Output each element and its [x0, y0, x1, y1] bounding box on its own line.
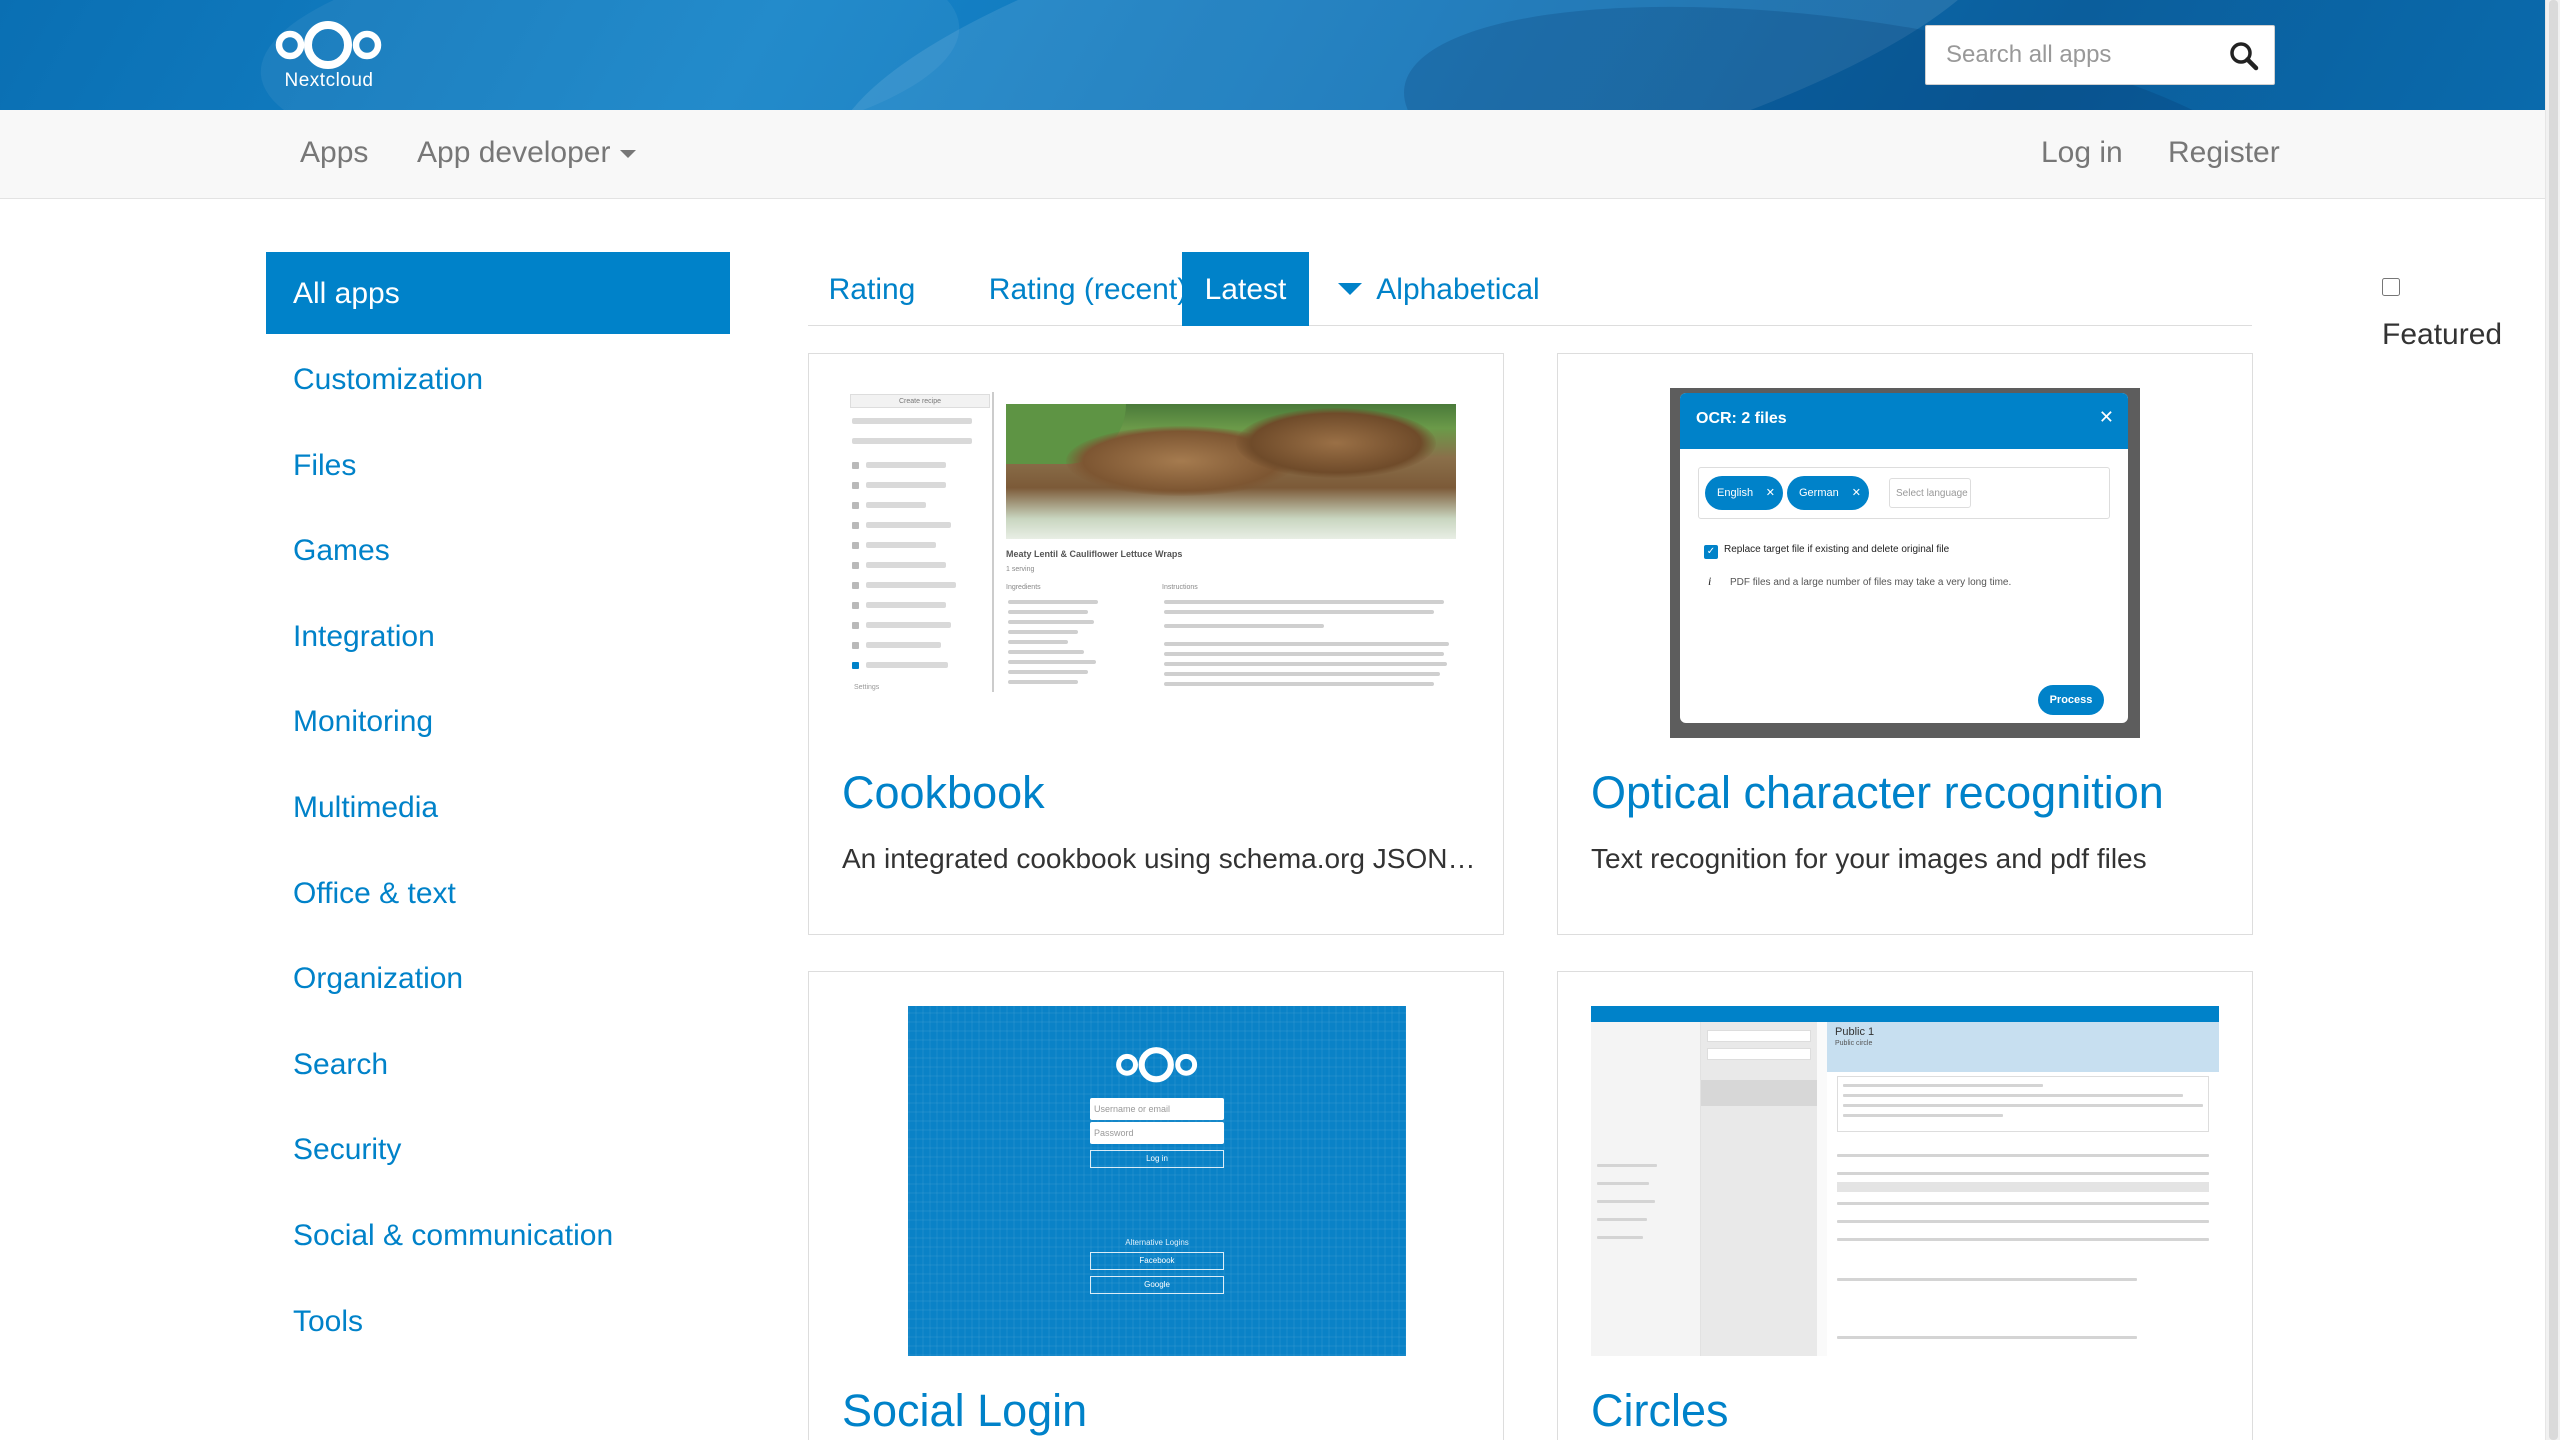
ingredients-heading: Ingredients	[1006, 584, 1041, 591]
circle-header: Public 1 Public circle	[1827, 1022, 2219, 1072]
instructions-heading: Instructions	[1162, 584, 1198, 591]
sidebar-item-search[interactable]: Search	[266, 1023, 730, 1109]
sidebar-item-office-text[interactable]: Office & text	[266, 852, 730, 938]
tab-rating[interactable]: Rating	[808, 252, 936, 326]
username-field: Username or email	[1090, 1098, 1224, 1120]
scrollbar-thumb[interactable]	[2549, 0, 2558, 1440]
search-box	[1925, 25, 2275, 85]
app-screenshot: OCR: 2 files ✕ English ✕ German ✕ Select l…	[1670, 388, 2140, 738]
recipe-list-panel: Create recipe Settings	[846, 392, 994, 692]
sidebar-item-security[interactable]: Security	[266, 1108, 730, 1194]
app-title[interactable]: Optical character recognition	[1591, 767, 2164, 819]
replace-option-label: Replace target file if existing and dele…	[1724, 544, 1950, 555]
circles-topbar	[1591, 1006, 2219, 1022]
create-recipe-bar: Create recipe	[850, 394, 990, 408]
nav-app-developer-label: App developer	[417, 136, 611, 169]
app-card-social-login[interactable]: Username or email Password Log in Altern…	[808, 971, 1504, 1440]
logo-wordmark: Nextcloud	[284, 70, 374, 91]
search-input[interactable]	[1926, 26, 2216, 84]
featured-label: Featured	[2382, 318, 2503, 351]
page-scrollbar[interactable]	[2545, 0, 2560, 1440]
tab-alphabetical[interactable]: Alphabetical	[1330, 252, 1548, 326]
caret-down-icon	[620, 150, 637, 159]
sidebar-item-files[interactable]: Files	[266, 424, 730, 510]
ocr-dialog-title: OCR: 2 files	[1696, 410, 1787, 427]
recipe-title: Meaty Lentil & Cauliflower Lettuce Wraps	[1006, 549, 1183, 559]
language-chip: German ✕	[1787, 476, 1869, 510]
circle-name: Public 1	[1835, 1026, 1875, 1038]
circles-navigation	[1591, 1022, 1701, 1356]
featured-filter[interactable]: Featured	[2382, 266, 2502, 358]
nav-app-developer-dropdown[interactable]: App developer	[417, 136, 637, 170]
nav-register-link[interactable]: Register	[2168, 136, 2280, 170]
app-card-cookbook[interactable]: Create recipe Settings Meaty Lentil & Ca…	[808, 353, 1504, 935]
nextcloud-logo-icon	[1116, 1047, 1198, 1083]
sidebar-item-monitoring[interactable]: Monitoring	[266, 680, 730, 766]
settings-link: Settings	[854, 684, 880, 691]
language-select: Select language	[1889, 478, 1971, 508]
app-screenshot: Public 1 Public circle	[1591, 1006, 2219, 1356]
sidebar-item-integration[interactable]: Integration	[266, 595, 730, 681]
search-icon	[2230, 42, 2259, 71]
tab-latest[interactable]: Latest	[1182, 252, 1309, 326]
app-title[interactable]: Circles	[1591, 1385, 1729, 1437]
circle-type: Public circle	[1835, 1040, 1873, 1047]
remove-icon: ✕	[1851, 487, 1861, 499]
password-field: Password	[1090, 1122, 1224, 1144]
recipe-photo	[1006, 404, 1456, 539]
recipe-servings: 1 serving	[1006, 566, 1035, 573]
alternative-logins-label: Alternative Logins	[1125, 1238, 1189, 1247]
featured-checkbox[interactable]	[2382, 278, 2400, 297]
facebook-login-preview: Facebook	[1090, 1252, 1224, 1270]
circle-details	[1827, 1072, 2219, 1356]
triangle-down-icon	[1338, 283, 1363, 296]
nav-apps-link[interactable]: Apps	[300, 136, 368, 170]
header-banner: Nextcloud	[0, 0, 2545, 110]
app-description: An integrated cookbook using schema.org …	[842, 843, 1482, 874]
sidebar-item-all-apps[interactable]: All apps	[266, 252, 730, 334]
nav-login-link[interactable]: Log in	[2041, 136, 2123, 170]
tab-alphabetical-label: Alphabetical	[1376, 273, 1540, 306]
category-sidebar: All apps Customization Files Games Integ…	[266, 252, 730, 1365]
sidebar-item-tools[interactable]: Tools	[266, 1280, 730, 1366]
circles-list	[1701, 1022, 1817, 1356]
sidebar-item-social-communication[interactable]: Social & communication	[266, 1194, 730, 1280]
app-card-ocr[interactable]: OCR: 2 files ✕ English ✕ German ✕ Select l…	[1557, 353, 2253, 935]
app-screenshot: Create recipe Settings Meaty Lentil & Ca…	[846, 392, 1474, 712]
checkbox-icon: ✓	[1704, 545, 1718, 559]
info-icon: i	[1708, 574, 1712, 588]
top-navigation: Apps App developer Log in Register	[0, 110, 2545, 199]
tab-rating-recent[interactable]: Rating (recent)	[958, 252, 1218, 326]
process-button-preview: Process	[2038, 685, 2104, 715]
google-login-preview: Google	[1090, 1276, 1224, 1294]
app-title[interactable]: Social Login	[842, 1385, 1087, 1437]
sidebar-item-multimedia[interactable]: Multimedia	[266, 766, 730, 852]
language-chip-label: German	[1799, 487, 1839, 499]
login-button-preview: Log in	[1090, 1150, 1224, 1168]
ocr-dialog-header: OCR: 2 files ✕	[1680, 393, 2128, 449]
language-selector: English ✕ German ✕ Select language	[1698, 467, 2110, 519]
app-description: Text recognition for your images and pdf…	[1591, 843, 2147, 874]
sidebar-item-organization[interactable]: Organization	[266, 937, 730, 1023]
app-card-circles[interactable]: Public 1 Public circle Circles	[1557, 971, 2253, 1440]
nextcloud-logo-icon	[275, 21, 382, 69]
language-chip: English ✕	[1705, 476, 1783, 510]
remove-icon: ✕	[1765, 487, 1775, 499]
close-icon: ✕	[2098, 407, 2114, 427]
app-title[interactable]: Cookbook	[842, 767, 1045, 819]
search-button[interactable]	[2228, 40, 2260, 72]
sidebar-item-games[interactable]: Games	[266, 509, 730, 595]
ocr-info-text: PDF files and a large number of files ma…	[1730, 577, 2012, 588]
sort-tabs: Rating Rating (recent) Latest Alphabetic…	[808, 252, 2502, 351]
language-chip-label: English	[1717, 487, 1754, 499]
ocr-dialog: OCR: 2 files ✕ English ✕ German ✕ Select l…	[1680, 393, 2128, 723]
app-screenshot: Username or email Password Log in Altern…	[908, 1006, 1406, 1356]
nextcloud-logo[interactable]: Nextcloud	[273, 18, 385, 94]
sidebar-item-customization[interactable]: Customization	[266, 338, 730, 424]
